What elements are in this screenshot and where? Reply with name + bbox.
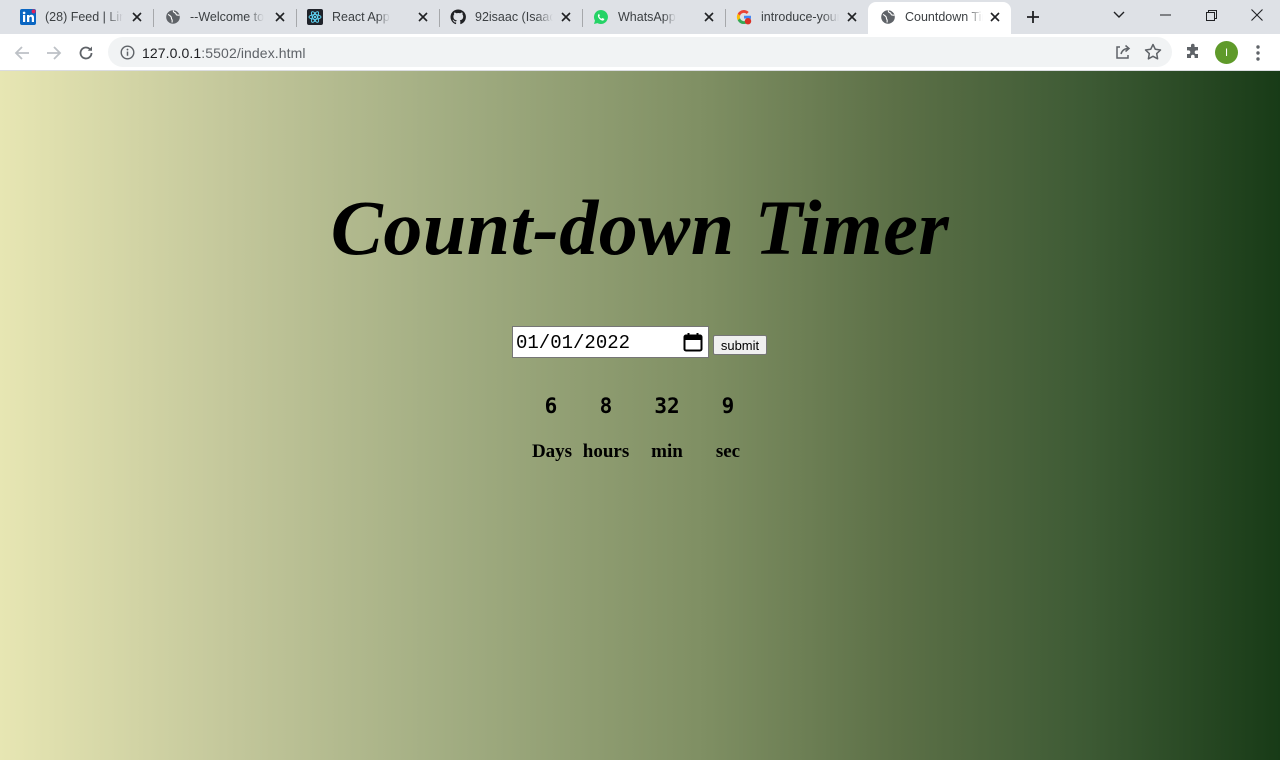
tab-title: --Welcome to [190, 10, 265, 24]
plus-icon [1027, 11, 1039, 23]
globe-icon [880, 9, 896, 25]
whatsapp-icon [593, 9, 609, 25]
window-close-button[interactable] [1234, 0, 1280, 30]
tab-welcome[interactable]: --Welcome to [153, 0, 297, 34]
bookmark-star-icon[interactable] [1143, 42, 1163, 62]
tab-title: introduce-your [761, 10, 839, 24]
tab-introduce-yourself[interactable]: introduce-your [724, 0, 868, 34]
page-title: Count-down Timer [330, 184, 950, 271]
tab-title: WhatsApp [618, 10, 676, 24]
url-host: 127.0.0.1 [142, 45, 202, 61]
menu-kebab-icon[interactable] [1250, 43, 1266, 63]
restore-button[interactable] [1188, 0, 1234, 30]
react-icon [307, 9, 323, 25]
close-icon [1251, 9, 1263, 21]
seconds-label: sec [715, 441, 741, 462]
github-icon [450, 9, 466, 25]
tab-title: 92isaac (Isaac ) [475, 10, 553, 24]
days-value: 6 [544, 394, 558, 418]
page-viewport: Count-down Timer 01/01/2022 submit 6 8 3… [0, 71, 1280, 760]
back-button[interactable] [10, 41, 34, 65]
chevron-down-icon [1113, 11, 1125, 18]
minutes-label: min [651, 441, 683, 462]
close-icon[interactable] [844, 9, 860, 25]
extensions-puzzle-icon[interactable] [1184, 43, 1202, 61]
hours-value: 8 [599, 394, 613, 418]
tab-search-button[interactable] [1096, 0, 1142, 30]
date-value: 01/01/2022 [516, 332, 631, 354]
calendar-icon[interactable] [683, 332, 703, 352]
tab-strip: (28) Feed | LinkedIn --Welcome to React … [0, 0, 1280, 34]
url-path: :5502/index.html [201, 45, 306, 61]
close-icon[interactable] [415, 9, 431, 25]
tab-linkedin[interactable]: (28) Feed | LinkedIn [8, 0, 154, 34]
profile-avatar[interactable]: I [1215, 41, 1238, 64]
tab-whatsapp[interactable]: WhatsApp [581, 0, 726, 34]
linkedin-icon [20, 9, 36, 25]
info-icon[interactable] [119, 44, 135, 60]
url-text: 127.0.0.1:5502/index.html [142, 45, 306, 61]
minimize-button[interactable] [1142, 0, 1188, 30]
tab-title: (28) Feed | LinkedIn [45, 10, 123, 24]
tab-countdown-timer[interactable]: Countdown Timer [868, 2, 1011, 34]
close-icon[interactable] [701, 9, 717, 25]
hours-label: hours [582, 441, 630, 462]
browser-toolbar: 127.0.0.1:5502/index.html I [0, 34, 1280, 71]
close-icon[interactable] [558, 9, 574, 25]
tab-github[interactable]: 92isaac (Isaac ) [438, 0, 583, 34]
forward-button[interactable] [42, 41, 66, 65]
seconds-value: 9 [721, 394, 735, 418]
google-icon [736, 9, 752, 25]
date-input[interactable]: 01/01/2022 [512, 326, 709, 358]
reload-icon [79, 46, 93, 60]
arrow-right-icon [47, 46, 62, 60]
submit-button[interactable]: submit [713, 335, 767, 355]
close-icon[interactable] [272, 9, 288, 25]
globe-icon [165, 9, 181, 25]
restore-icon [1205, 9, 1217, 21]
address-bar[interactable]: 127.0.0.1:5502/index.html [108, 37, 1172, 67]
share-icon[interactable] [1114, 43, 1132, 61]
close-icon[interactable] [129, 9, 145, 25]
tab-title: Countdown Timer [905, 10, 983, 24]
reload-button[interactable] [74, 41, 98, 65]
minutes-value: 32 [654, 394, 680, 418]
close-icon[interactable] [987, 9, 1003, 25]
tab-title: React App [332, 10, 390, 24]
arrow-left-icon [14, 46, 29, 60]
new-tab-button[interactable] [1022, 6, 1044, 28]
minimize-icon [1159, 14, 1171, 16]
tab-react-app[interactable]: React App [295, 0, 440, 34]
